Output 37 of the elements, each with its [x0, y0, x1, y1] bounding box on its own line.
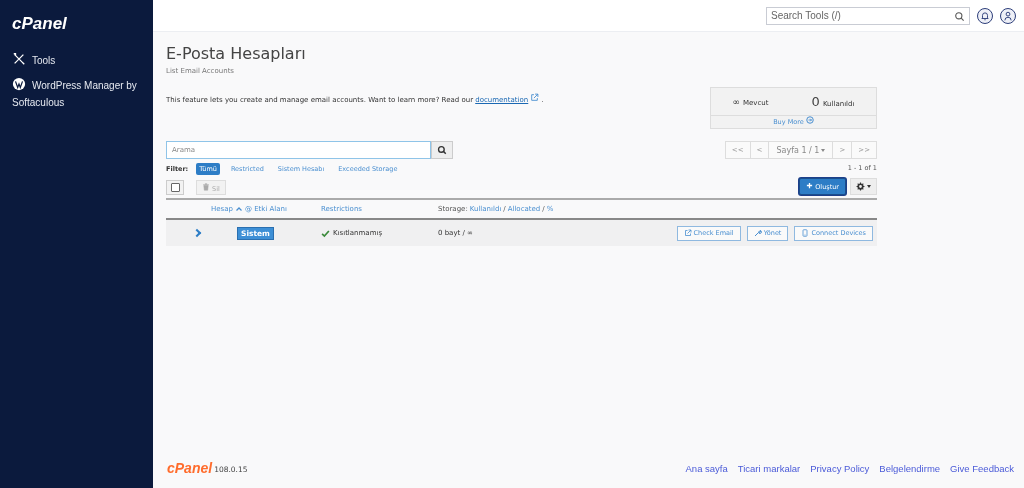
footer-link[interactable]: Privacy Policy: [810, 462, 870, 474]
wrench-icon: [753, 229, 762, 237]
sort-ascending-icon: [234, 205, 243, 213]
search-button[interactable]: [431, 141, 453, 159]
phone-icon: [801, 229, 810, 237]
sidebar-item[interactable]: WordPress Manager by Softaculous: [12, 77, 141, 111]
cpanel-logo: cPanel: [167, 460, 213, 476]
tools-icon: [12, 52, 26, 66]
footer-link[interactable]: Belgelendirme: [879, 462, 941, 474]
cpanel-logo: cPanel: [12, 14, 68, 34]
caret-icon: [821, 148, 826, 152]
user-button[interactable]: [1000, 7, 1016, 24]
arrow-circle-icon: [805, 116, 814, 124]
footer-link[interactable]: Ana sayfa: [685, 462, 728, 474]
caret-icon: [867, 185, 871, 188]
plus-icon: [806, 182, 814, 189]
settings-button[interactable]: [850, 178, 877, 195]
external-link-icon: [530, 93, 540, 102]
sidebar-item[interactable]: Tools: [12, 52, 141, 69]
checkmark-icon: [321, 228, 330, 238]
used-value: 0: [811, 94, 820, 109]
user-icon: [1003, 10, 1013, 21]
trash-icon: [202, 182, 210, 191]
external-link-icon: [683, 229, 692, 237]
available-value: ∞: [732, 96, 740, 107]
search-field[interactable]: Search Tools (/): [766, 6, 970, 25]
select-all-button[interactable]: [166, 180, 184, 195]
search-icon: [954, 10, 965, 22]
notifications-button[interactable]: [977, 7, 993, 24]
footer-link[interactable]: Ticari markalar: [737, 462, 801, 474]
footer-link[interactable]: Give Feedback: [950, 462, 1014, 474]
bell-icon: [980, 10, 990, 21]
search-icon: [437, 145, 447, 155]
wordpress-icon: [12, 77, 26, 91]
settings-icon: [856, 182, 865, 191]
page-title: E-Posta Hesapları: [166, 44, 307, 63]
checkbox[interactable]: [170, 183, 180, 192]
